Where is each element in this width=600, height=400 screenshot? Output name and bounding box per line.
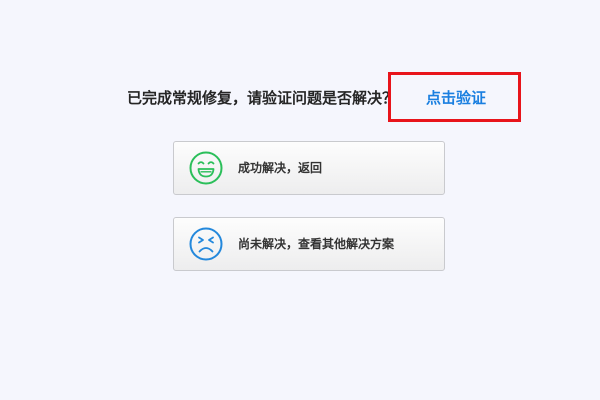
solved-return-button[interactable]: 成功解决，返回 — [173, 141, 445, 195]
highlight-annotation-box — [388, 72, 521, 122]
smile-face-icon — [189, 151, 223, 185]
unsolved-more-solutions-button[interactable]: 尚未解决，查看其他解决方案 — [173, 217, 445, 271]
prompt-question: 已完成常规修复，请验证问题是否解决？ — [127, 89, 398, 107]
sad-face-icon — [189, 227, 223, 261]
solved-button-label: 成功解决，返回 — [238, 161, 323, 175]
unsolved-button-label: 尚未解决，查看其他解决方案 — [238, 237, 395, 251]
